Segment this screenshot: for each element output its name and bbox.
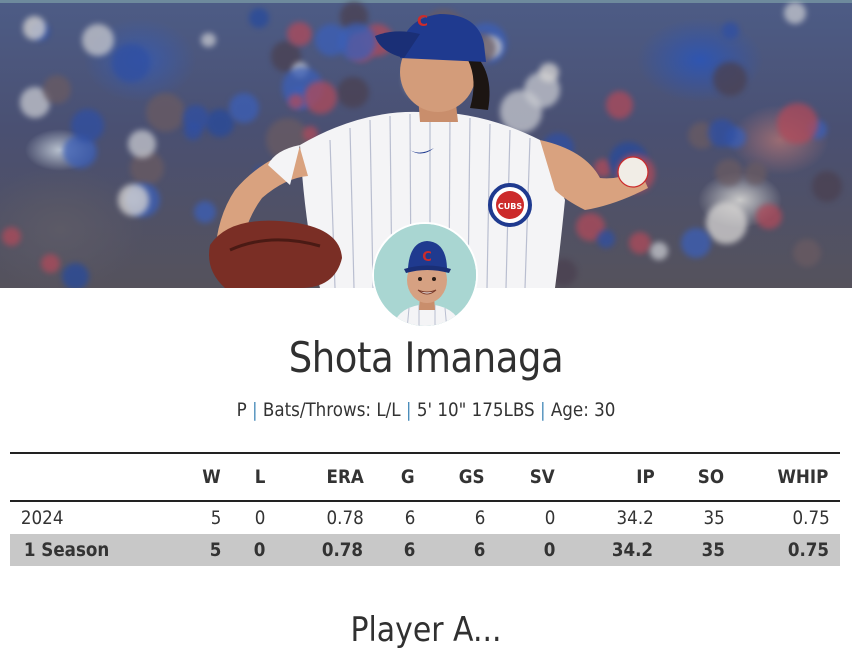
info-separator: |: [539, 399, 546, 421]
stat-cell: 6: [474, 507, 486, 529]
stat-cell: 6: [403, 539, 416, 561]
stats-header-cell: ERA: [326, 466, 364, 488]
player-bats-throws: Bats/Throws: L/L: [262, 399, 401, 421]
season-cell: 2024: [20, 507, 64, 529]
stat-cell: 34.2: [616, 507, 654, 529]
stat-cell: 0: [544, 507, 556, 529]
stat-cell: 35: [703, 507, 725, 529]
stats-table: W L ERA G GS SV IP SO WHIP 2024 5 0 0.78…: [10, 452, 840, 566]
stat-cell: 0: [253, 539, 266, 561]
player-age: Age: 30: [550, 399, 616, 421]
stat-cell: 5: [210, 507, 222, 529]
stat-cell: 5: [209, 539, 222, 561]
table-row: 2024 5 0 0.78 6 6 0 34.2 35 0.75: [10, 501, 840, 534]
cap-logo: C: [417, 12, 428, 30]
stat-cell: 0.78: [321, 539, 364, 561]
stat-cell: 0: [254, 507, 266, 529]
stat-cell: 0.75: [787, 539, 830, 561]
stats-header-cell: GS: [458, 466, 485, 488]
stat-cell: 0.78: [326, 507, 364, 529]
player-headshot: C: [374, 224, 476, 326]
info-separator: |: [251, 399, 258, 421]
player-height-weight: 5' 10" 175LBS: [416, 399, 535, 421]
stats-header-row: W L ERA G GS SV IP SO WHIP: [10, 453, 840, 501]
table-total-row: 1 Season 5 0 0.78 6 6 0 34.2 35 0.75: [10, 534, 840, 566]
stats-header-cell: [10, 453, 160, 501]
stat-cell: 6: [404, 507, 416, 529]
player-name: Shota Imanaga: [288, 333, 564, 382]
player-position: P: [236, 399, 247, 421]
jersey-logo: CUBS: [498, 202, 522, 211]
stat-cell: 35: [701, 539, 725, 561]
stats-header-cell: W: [202, 466, 221, 488]
stat-cell: 34.2: [611, 539, 654, 561]
stats-header-cell: SV: [529, 466, 555, 488]
stats-header-cell: L: [254, 466, 266, 488]
stats-header-cell: WHIP: [777, 466, 829, 488]
stat-cell: 0: [543, 539, 556, 561]
stats-header-cell: IP: [636, 466, 655, 488]
stat-cell: 6: [473, 539, 486, 561]
stats-header-cell: G: [401, 466, 416, 488]
stats-header-cell: SO: [697, 466, 725, 488]
avatar-cap-logo: C: [422, 250, 432, 265]
player-info-line: P | Bats/Throws: L/L | 5' 10" 175LBS | Age: 30: [51, 397, 801, 423]
stat-cell: 0.75: [792, 507, 830, 529]
player-avatar: C: [372, 222, 478, 328]
info-separator: |: [405, 399, 412, 421]
season-cell: 1 Season: [23, 539, 110, 561]
section-heading: Player A...: [350, 610, 502, 650]
